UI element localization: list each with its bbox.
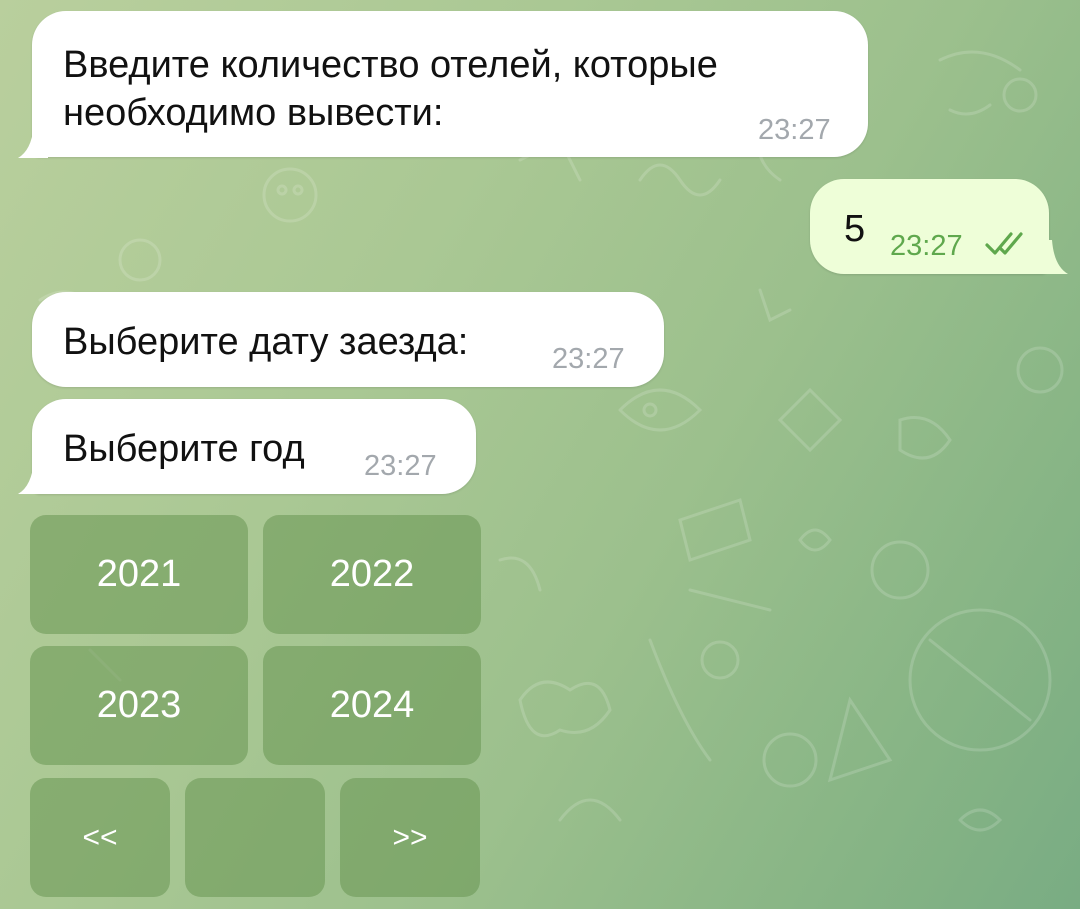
- bubble-tail: [1038, 240, 1068, 274]
- next-page-button[interactable]: >>: [340, 778, 480, 897]
- message-text: Введите количество отелей, которые необх…: [63, 44, 718, 134]
- message-bubble-incoming[interactable]: Выберите год 23:27: [32, 399, 476, 494]
- bubble-tail: [18, 460, 48, 494]
- message-time: 23:27: [552, 343, 625, 375]
- year-button-2022[interactable]: 2022: [263, 515, 481, 634]
- message-text: 5: [844, 208, 866, 250]
- previous-page-button[interactable]: <<: [30, 778, 170, 897]
- year-button-2023[interactable]: 2023: [30, 646, 248, 765]
- message-text: Выберите год: [63, 428, 305, 470]
- year-button-2024[interactable]: 2024: [263, 646, 481, 765]
- message-bubble-incoming[interactable]: Выберите дату заезда: 23:27: [32, 292, 664, 387]
- message-text: Выберите дату заезда:: [63, 321, 469, 363]
- message-bubble-incoming[interactable]: Введите количество отелей, которые необх…: [32, 11, 868, 157]
- empty-button[interactable]: [185, 778, 325, 897]
- year-button-2021[interactable]: 2021: [30, 515, 248, 634]
- double-check-icon: [985, 232, 1023, 255]
- message-time: 23:27: [890, 230, 963, 262]
- bubble-tail: [18, 124, 48, 158]
- message-time: 23:27: [364, 450, 437, 482]
- message-time: 23:27: [758, 114, 831, 146]
- message-bubble-outgoing[interactable]: 5 23:27: [810, 179, 1049, 274]
